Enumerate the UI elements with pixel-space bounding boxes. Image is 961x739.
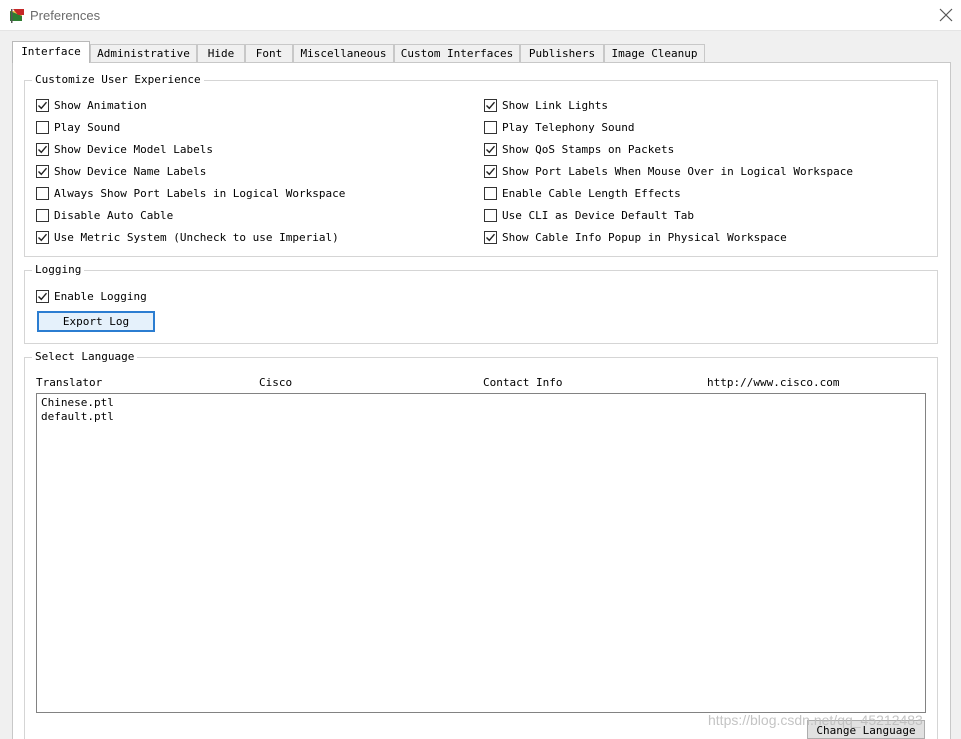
checkbox-label: Show Animation (54, 98, 147, 112)
checkbox-box[interactable] (484, 208, 497, 222)
translator-label: Translator (36, 376, 103, 389)
checkbox-label: Show Device Name Labels (54, 164, 207, 178)
checkbox-box[interactable] (36, 98, 49, 112)
check-icon (38, 101, 48, 109)
customize-left-checkbox-0[interactable]: Show Animation (36, 98, 147, 112)
translator-value: Cisco (259, 376, 293, 389)
checkbox-label: Play Sound (54, 120, 121, 134)
check-icon (38, 292, 48, 300)
checkbox-box[interactable] (36, 289, 49, 303)
customize-legend: Customize User Experience (32, 73, 204, 87)
logging-legend: Logging (32, 263, 85, 277)
customize-left-checkbox-4[interactable]: Always Show Port Labels in Logical Works… (36, 186, 345, 200)
check-icon (38, 233, 48, 241)
tab-font[interactable]: Font (245, 44, 293, 63)
customize-right-checkbox-0[interactable]: Show Link Lights (484, 98, 608, 112)
logging-group: Logging (24, 263, 938, 344)
checkbox-label: Show QoS Stamps on Packets (502, 142, 675, 156)
check-icon (486, 145, 496, 153)
customize-left-checkbox-2[interactable]: Show Device Model Labels (36, 142, 213, 156)
customize-right-checkbox-1[interactable]: Play Telephony Sound (484, 120, 634, 134)
checkbox-label: Play Telephony Sound (502, 120, 635, 134)
window-title: Preferences (30, 8, 101, 23)
list-item[interactable]: Chinese.ptl (41, 396, 921, 410)
checkbox-box[interactable] (484, 142, 497, 156)
customize-right-checkbox-3[interactable]: Show Port Labels When Mouse Over in Logi… (484, 164, 853, 178)
customize-right-checkbox-2[interactable]: Show QoS Stamps on Packets (484, 142, 674, 156)
checkbox-box[interactable] (36, 230, 49, 244)
checkbox-box[interactable] (36, 186, 49, 200)
title-bar: Preferences (0, 0, 961, 31)
customize-right-checkbox-5[interactable]: Use CLI as Device Default Tab (484, 208, 694, 222)
customize-left-checkbox-3[interactable]: Show Device Name Labels (36, 164, 206, 178)
checkbox-label: Show Device Model Labels (54, 142, 213, 156)
checkbox-box[interactable] (484, 230, 497, 244)
checkbox-label: Use Metric System (Uncheck to use Imperi… (54, 230, 339, 244)
checkbox-label: Use CLI as Device Default Tab (502, 208, 695, 222)
language-list[interactable]: Chinese.ptl default.ptl (36, 393, 926, 713)
customize-right-checkbox-6[interactable]: Show Cable Info Popup in Physical Worksp… (484, 230, 787, 244)
checkbox-label: Show Link Lights (502, 98, 608, 112)
list-item[interactable]: default.ptl (41, 410, 921, 424)
checkbox-label: Show Port Labels When Mouse Over in Logi… (502, 164, 853, 178)
checkbox-box[interactable] (484, 186, 497, 200)
tab-image-cleanup[interactable]: Image Cleanup (604, 44, 705, 63)
enable-logging-checkbox[interactable]: Enable Logging (36, 289, 147, 303)
checkbox-box[interactable] (36, 120, 49, 134)
tab-administrative[interactable]: Administrative (90, 44, 197, 63)
customize-right-checkbox-4[interactable]: Enable Cable Length Effects (484, 186, 681, 200)
checkbox-label: Disable Auto Cable (54, 208, 174, 222)
enable-logging-label: Enable Logging (54, 289, 147, 303)
customize-left-checkbox-6[interactable]: Use Metric System (Uncheck to use Imperi… (36, 230, 339, 244)
checkbox-box[interactable] (484, 120, 497, 134)
watermark: https://blog.csdn.net/qq_45212483 (708, 712, 923, 728)
app-icon (10, 9, 24, 23)
check-icon (486, 167, 496, 175)
customize-left-checkbox-1[interactable]: Play Sound (36, 120, 120, 134)
checkbox-box[interactable] (36, 208, 49, 222)
tab-interface[interactable]: Interface (12, 41, 90, 63)
tab-hide[interactable]: Hide (197, 44, 245, 63)
check-icon (38, 167, 48, 175)
checkbox-box[interactable] (484, 164, 497, 178)
language-legend: Select Language (32, 350, 138, 364)
check-icon (38, 145, 48, 153)
checkbox-box[interactable] (484, 98, 497, 112)
check-icon (486, 233, 496, 241)
customize-left-checkbox-5[interactable]: Disable Auto Cable (36, 208, 173, 222)
check-icon (486, 101, 496, 109)
checkbox-box[interactable] (36, 142, 49, 156)
contact-info-value: http://www.cisco.com (707, 376, 840, 389)
tab-miscellaneous[interactable]: Miscellaneous (293, 44, 394, 63)
close-icon[interactable] (937, 6, 955, 24)
tab-custom-interfaces[interactable]: Custom Interfaces (394, 44, 520, 63)
checkbox-label: Enable Cable Length Effects (502, 186, 681, 200)
checkbox-box[interactable] (36, 164, 49, 178)
checkbox-label: Show Cable Info Popup in Physical Worksp… (502, 230, 787, 244)
export-log-button[interactable]: Export Log (37, 311, 155, 332)
contact-info-label: Contact Info (483, 376, 563, 389)
checkbox-label: Always Show Port Labels in Logical Works… (54, 186, 346, 200)
tab-publishers[interactable]: Publishers (520, 44, 604, 63)
